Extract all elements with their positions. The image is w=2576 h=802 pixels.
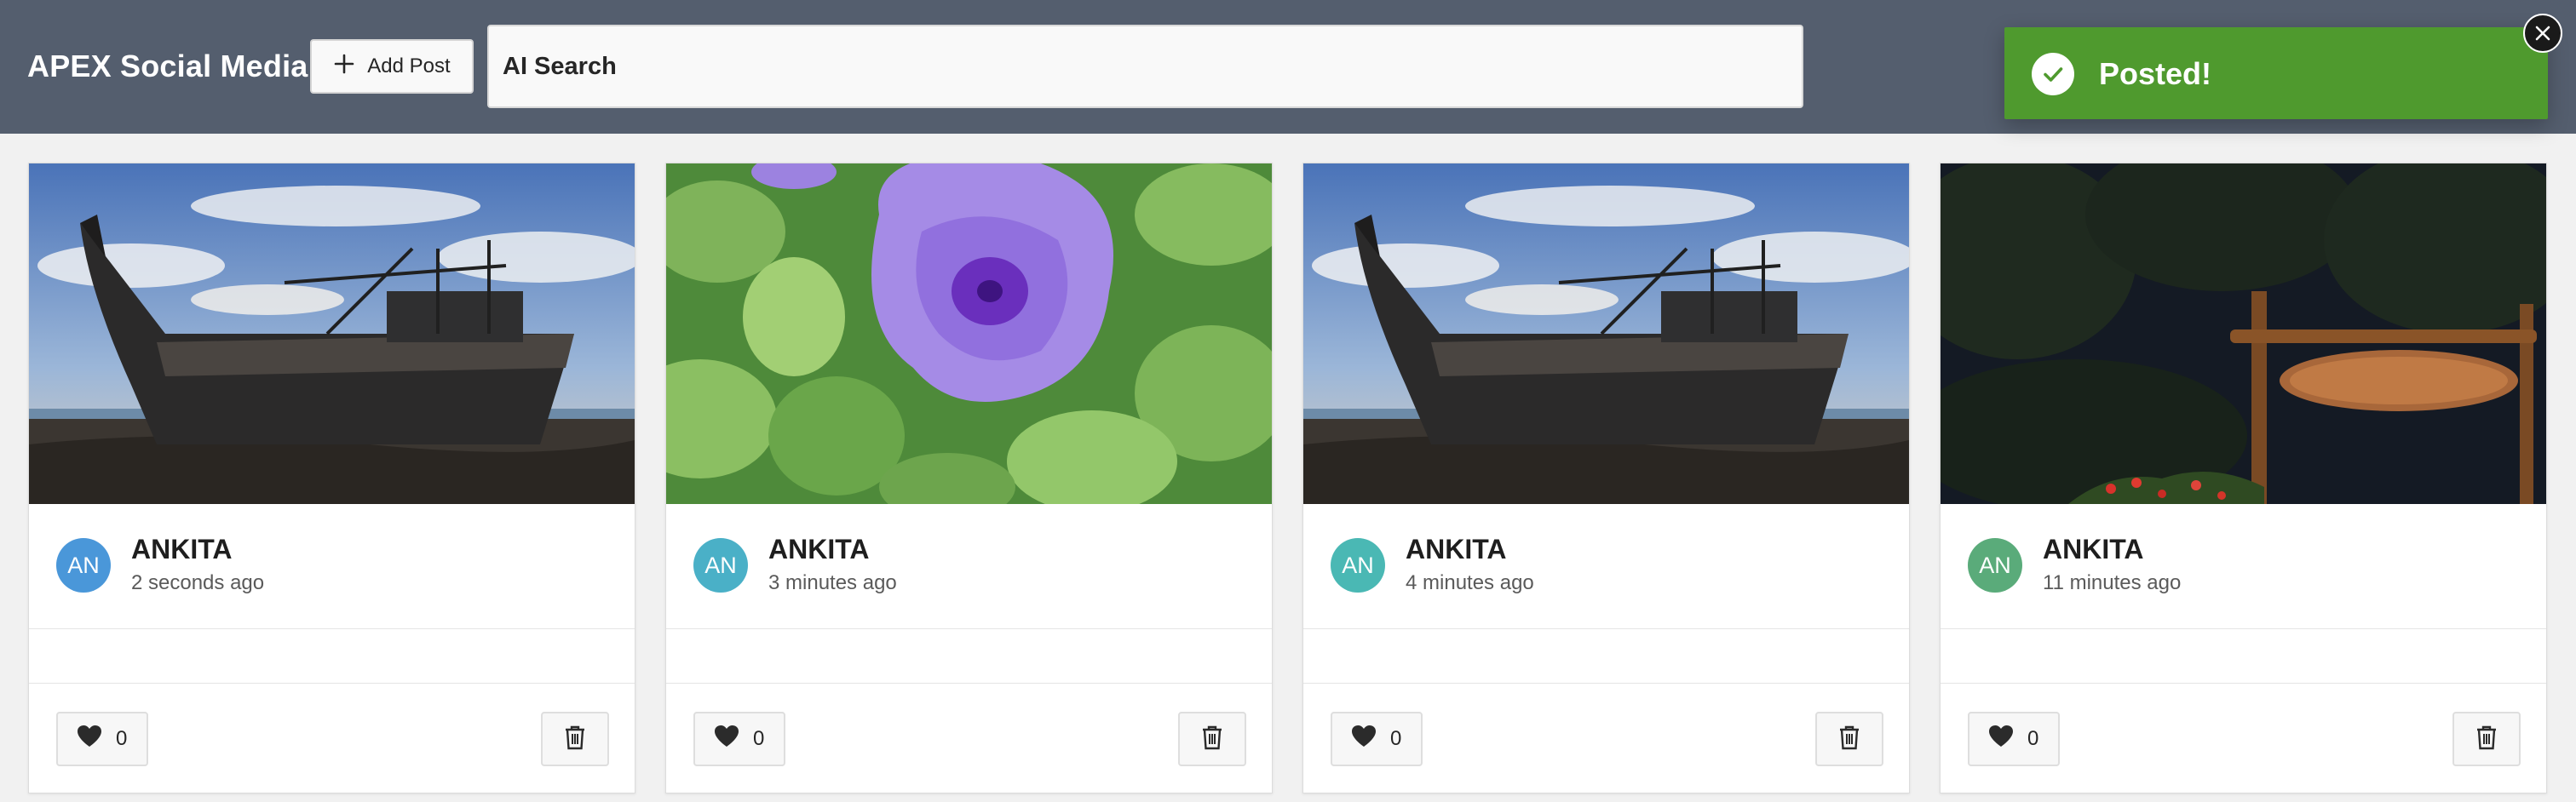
success-toast: Posted!: [2004, 27, 2548, 119]
trash-icon: [1838, 725, 1860, 754]
divider: [666, 683, 1272, 684]
post-timestamp: 3 minutes ago: [768, 571, 897, 594]
avatar-initials: AN: [1342, 552, 1374, 578]
post-image[interactable]: [1941, 163, 2546, 504]
like-button[interactable]: 0: [56, 712, 148, 766]
post-timestamp: 4 minutes ago: [1406, 571, 1534, 594]
like-button[interactable]: 0: [1331, 712, 1423, 766]
heart-icon: [1988, 725, 2014, 754]
like-button[interactable]: 0: [693, 712, 785, 766]
divider: [29, 628, 635, 629]
trash-icon: [564, 725, 586, 754]
divider: [1303, 683, 1909, 684]
avatar-initials: AN: [1979, 552, 2011, 578]
author-name: ANKITA: [2043, 534, 2144, 564]
author-name: ANKITA: [1406, 534, 1507, 564]
post-card: AN ANKITA 3 minutes ago 0: [665, 163, 1273, 793]
delete-button[interactable]: [1178, 712, 1246, 766]
trash-icon: [2475, 725, 2498, 754]
like-count: 0: [2027, 727, 2039, 750]
check-icon: [2032, 53, 2074, 95]
delete-button[interactable]: [2452, 712, 2521, 766]
add-post-label: Add Post: [367, 54, 451, 77]
heart-icon: [714, 725, 739, 754]
post-image[interactable]: [666, 163, 1272, 504]
delete-button[interactable]: [1815, 712, 1883, 766]
avatar-initials: AN: [704, 552, 737, 578]
app-title: APEX Social Media: [27, 49, 308, 83]
divider: [1941, 683, 2546, 684]
post-timestamp: 2 seconds ago: [131, 571, 265, 594]
avatar: AN: [1968, 538, 2022, 593]
avatar: AN: [56, 538, 111, 593]
like-count: 0: [753, 727, 765, 750]
like-count: 0: [1390, 727, 1402, 750]
heart-icon: [77, 725, 102, 754]
divider: [29, 683, 635, 684]
like-count: 0: [116, 727, 128, 750]
divider: [1941, 628, 2546, 629]
avatar: AN: [693, 538, 748, 593]
post-image[interactable]: [1303, 163, 1909, 504]
plus-icon: [333, 53, 355, 81]
close-icon[interactable]: [2523, 14, 2562, 53]
post-image[interactable]: [29, 163, 635, 504]
author-name: ANKITA: [131, 534, 233, 564]
add-post-button[interactable]: Add Post: [310, 39, 474, 94]
delete-button[interactable]: [541, 712, 609, 766]
trash-icon: [1201, 725, 1223, 754]
divider: [1303, 628, 1909, 629]
divider: [666, 628, 1272, 629]
heart-icon: [1351, 725, 1377, 754]
like-button[interactable]: 0: [1968, 712, 2060, 766]
post-card: AN ANKITA 2 seconds ago 0: [28, 163, 635, 793]
post-card: AN ANKITA 11 minutes ago 0: [1940, 163, 2547, 793]
avatar-initials: AN: [67, 552, 100, 578]
ai-search-input[interactable]: [487, 25, 1803, 108]
post-card: AN ANKITA 4 minutes ago 0: [1302, 163, 1910, 793]
post-timestamp: 11 minutes ago: [2043, 571, 2182, 594]
author-name: ANKITA: [768, 534, 870, 564]
toast-message: Posted!: [2099, 56, 2212, 91]
avatar: AN: [1331, 538, 1385, 593]
